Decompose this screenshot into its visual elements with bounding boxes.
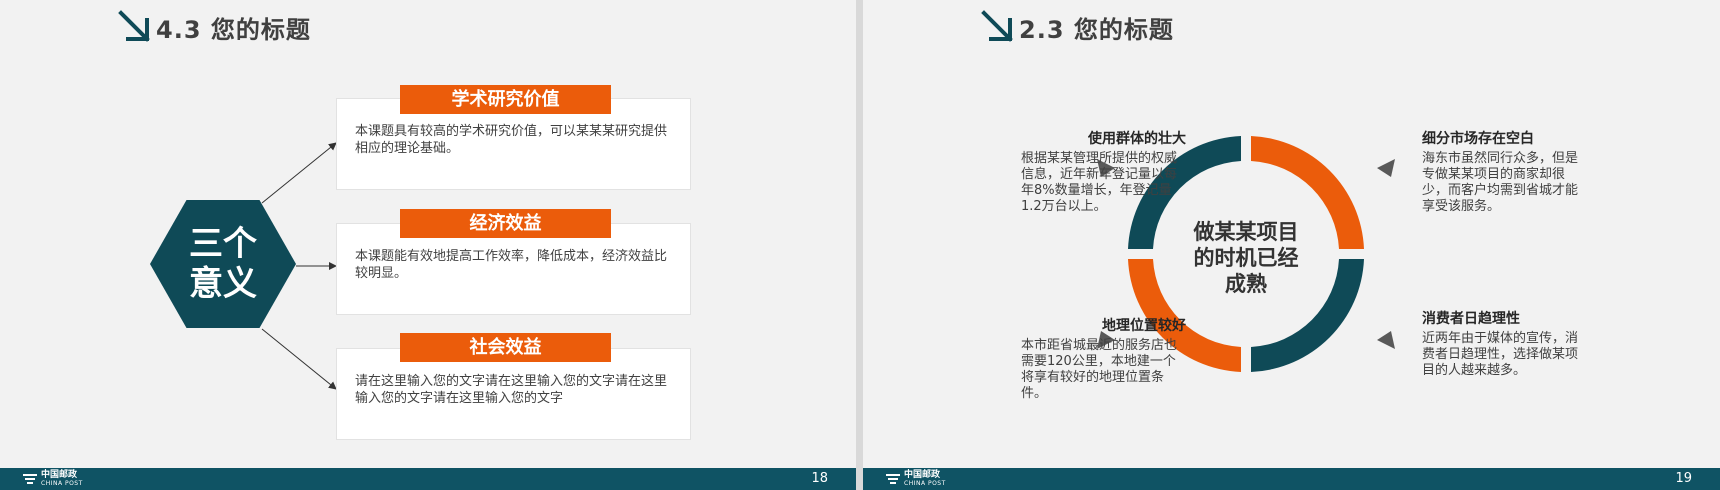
quadrant-body: 近两年由于媒体的宣传，消费者日趋理性，选择做某项目的人越来越多。 bbox=[1422, 331, 1579, 378]
footer-bar: 中国邮政 CHINA POST 19 bbox=[863, 468, 1720, 490]
quadrant-top-right: 细分市场存在空白 海东市虽然同行众多，但是专做某某项目的商家却很少，而客户均需到… bbox=[1422, 130, 1587, 215]
slide-19[interactable]: 2.3 您的标题 做某某项目的时机已经成熟 使用群体的壮大 根据某某管理所提供的… bbox=[863, 0, 1720, 490]
quadrant-title: 使用群体的壮大 bbox=[1088, 131, 1186, 147]
logo-en: CHINA POST bbox=[41, 480, 83, 487]
donut-center-text: 做某某项目的时机已经成熟 bbox=[1193, 220, 1299, 296]
china-post-logo-icon: 中国邮政 CHINA POST bbox=[885, 471, 946, 487]
slide-18[interactable]: 4.3 您的标题 三个意义 本课题具有较高的学术研究价值，可以某某某研究提供相应… bbox=[0, 0, 856, 490]
card-heading: 经济效益 bbox=[400, 209, 611, 238]
footer-bar: 中国邮政 CHINA POST 18 bbox=[0, 468, 856, 490]
quadrant-title: 细分市场存在空白 bbox=[1422, 131, 1534, 147]
slide-separator bbox=[856, 0, 863, 490]
card-body: 请在这里输入您的文字请在这里输入您的文字请在这里输入您的文字请在这里输入您的文字 bbox=[355, 374, 668, 406]
quadrant-body: 海东市虽然同行众多，但是专做某某项目的商家却很少，而客户均需到省城才能享受该服务… bbox=[1422, 151, 1579, 214]
quadrant-bottom-right: 消费者日趋理性 近两年由于媒体的宣传，消费者日趋理性，选择做某项目的人越来越多。 bbox=[1422, 310, 1587, 379]
quadrant-top-left: 使用群体的壮大 根据某某管理所提供的权威信息，近年新车登记量以每年8%数量增长，… bbox=[1021, 130, 1186, 215]
quadrant-title: 消费者日趋理性 bbox=[1422, 311, 1520, 327]
triangle-pointer-icon bbox=[1377, 331, 1395, 349]
quadrant-body: 根据某某管理所提供的权威信息，近年新车登记量以每年8%数量增长，年登记量1.2万… bbox=[1021, 151, 1178, 214]
page-number: 18 bbox=[811, 471, 828, 486]
quadrant-title: 地理位置较好 bbox=[1102, 318, 1186, 334]
card-heading: 学术研究价值 bbox=[400, 85, 611, 114]
hexagon-label: 三个意义 bbox=[189, 224, 257, 304]
logo-cn: 中国邮政 bbox=[904, 470, 941, 480]
quadrant-body: 本市距省城最近的服务店也需要120公里，本地建一个将享有较好的地理位置条件。 bbox=[1021, 338, 1178, 401]
card-body: 本课题能有效地提高工作效率，降低成本，经济效益比较明显。 bbox=[355, 249, 668, 281]
triangle-pointer-icon bbox=[1377, 159, 1395, 177]
page-number: 19 bbox=[1675, 471, 1692, 486]
logo-cn: 中国邮政 bbox=[41, 470, 78, 480]
quadrant-bottom-left: 地理位置较好 本市距省城最近的服务店也需要120公里，本地建一个将享有较好的地理… bbox=[1021, 317, 1186, 402]
card-body: 本课题具有较高的学术研究价值，可以某某某研究提供相应的理论基础。 bbox=[355, 124, 668, 156]
logo-en: CHINA POST bbox=[904, 480, 946, 487]
card-heading: 社会效益 bbox=[400, 333, 611, 362]
china-post-logo-icon: 中国邮政 CHINA POST bbox=[22, 471, 83, 487]
